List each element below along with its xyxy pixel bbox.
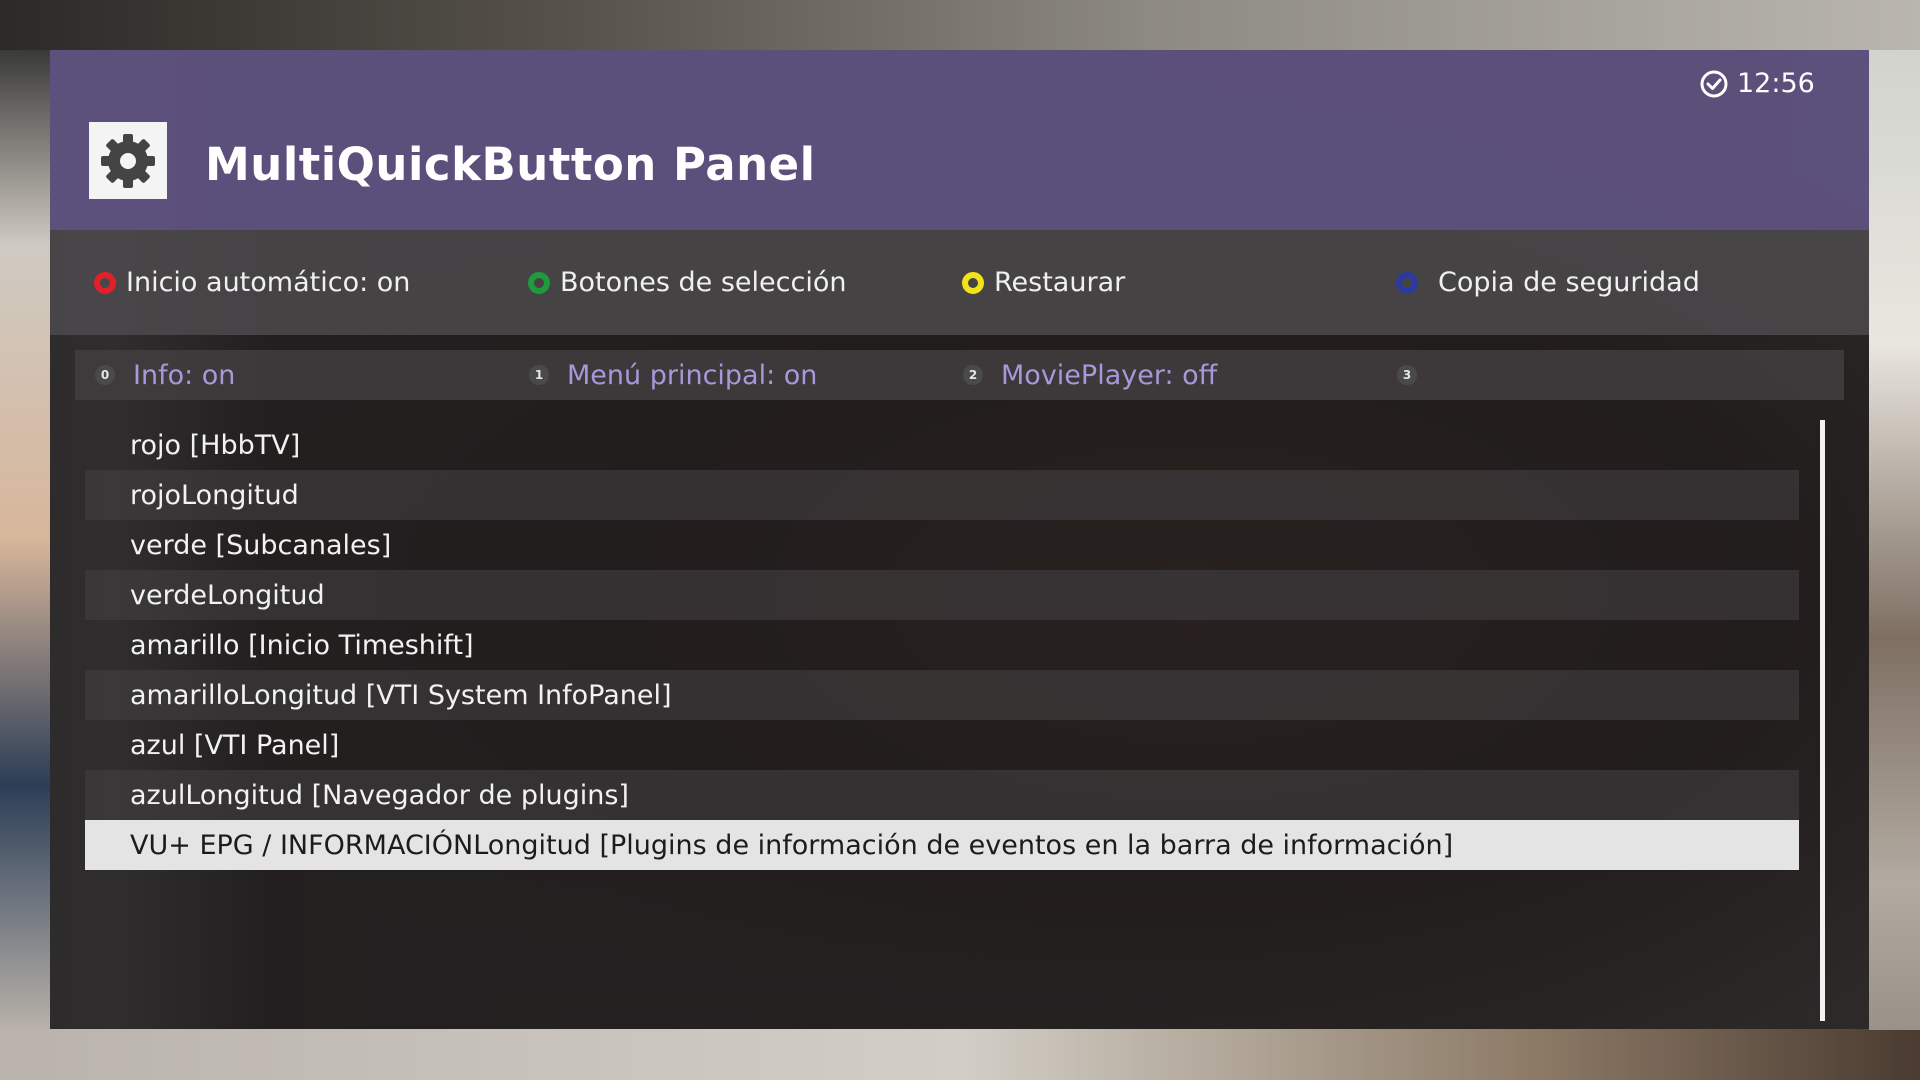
green-dot-icon — [528, 271, 550, 294]
yellow-button[interactable]: Restaurar — [962, 230, 1125, 335]
number-key-bar: 0 Info: on 1 Menú principal: on 2 MovieP… — [75, 350, 1844, 400]
key-0-badge: 0 — [95, 365, 115, 385]
green-button-label: Botones de selección — [560, 267, 847, 298]
key-2-badge: 2 — [963, 365, 983, 385]
button-assignment-list: rojo [HbbTV] rojoLongitud verde [Subcana… — [85, 420, 1799, 870]
red-button-label: Inicio automático: on — [126, 267, 411, 298]
key-2-button[interactable]: 2 MoviePlayer: off — [963, 350, 1217, 400]
list-scrollbar[interactable] — [1820, 420, 1825, 1021]
list-item-selected[interactable]: VU+ EPG / INFORMACIÓNLongitud [Plugins d… — [85, 820, 1799, 870]
key-3-button[interactable]: 3 — [1397, 350, 1417, 400]
background-right — [1869, 50, 1920, 1030]
background-left — [0, 50, 50, 1030]
key-3-badge: 3 — [1397, 365, 1417, 385]
background-top — [0, 0, 1920, 50]
red-dot-icon — [94, 271, 116, 294]
multiquickbutton-panel: MultiQuickButton Panel 12:56 Inicio auto… — [50, 50, 1869, 1029]
color-button-bar: Inicio automático: on Botones de selecci… — [50, 230, 1869, 335]
gear-icon — [101, 133, 155, 188]
list-item[interactable]: amarilloLongitud [VTI System InfoPanel] — [85, 670, 1799, 720]
blue-button-label: Copia de seguridad — [1438, 267, 1700, 298]
blue-button[interactable]: Copia de seguridad — [1396, 230, 1700, 335]
clock-time: 12:56 — [1737, 68, 1815, 99]
list-item[interactable]: rojo [HbbTV] — [85, 420, 1799, 470]
clock-check-icon — [1700, 70, 1728, 97]
yellow-dot-icon — [962, 271, 984, 294]
list-item[interactable]: verdeLongitud — [85, 570, 1799, 620]
blue-dot-icon — [1396, 271, 1418, 294]
clock: 12:56 — [1699, 68, 1815, 99]
page-title: MultiQuickButton Panel — [205, 138, 816, 191]
yellow-button-label: Restaurar — [994, 267, 1126, 298]
background-bottom — [0, 1029, 1920, 1080]
settings-icon-box — [89, 122, 167, 199]
list-item[interactable]: amarillo [Inicio Timeshift] — [85, 620, 1799, 670]
list-item[interactable]: rojoLongitud — [85, 470, 1799, 520]
key-1-badge: 1 — [529, 365, 549, 385]
list-item[interactable]: azulLongitud [Navegador de plugins] — [85, 770, 1799, 820]
list-item[interactable]: verde [Subcanales] — [85, 520, 1799, 570]
key-0-label: Info: on — [133, 359, 236, 391]
red-button[interactable]: Inicio automático: on — [94, 230, 410, 335]
key-0-button[interactable]: 0 Info: on — [95, 350, 235, 400]
list-item[interactable]: azul [VTI Panel] — [85, 720, 1799, 770]
green-button[interactable]: Botones de selección — [528, 230, 846, 335]
key-2-label: MoviePlayer: off — [1001, 359, 1218, 391]
key-1-button[interactable]: 1 Menú principal: on — [529, 350, 817, 400]
header: MultiQuickButton Panel 12:56 — [50, 50, 1869, 230]
key-1-label: Menú principal: on — [567, 359, 818, 391]
